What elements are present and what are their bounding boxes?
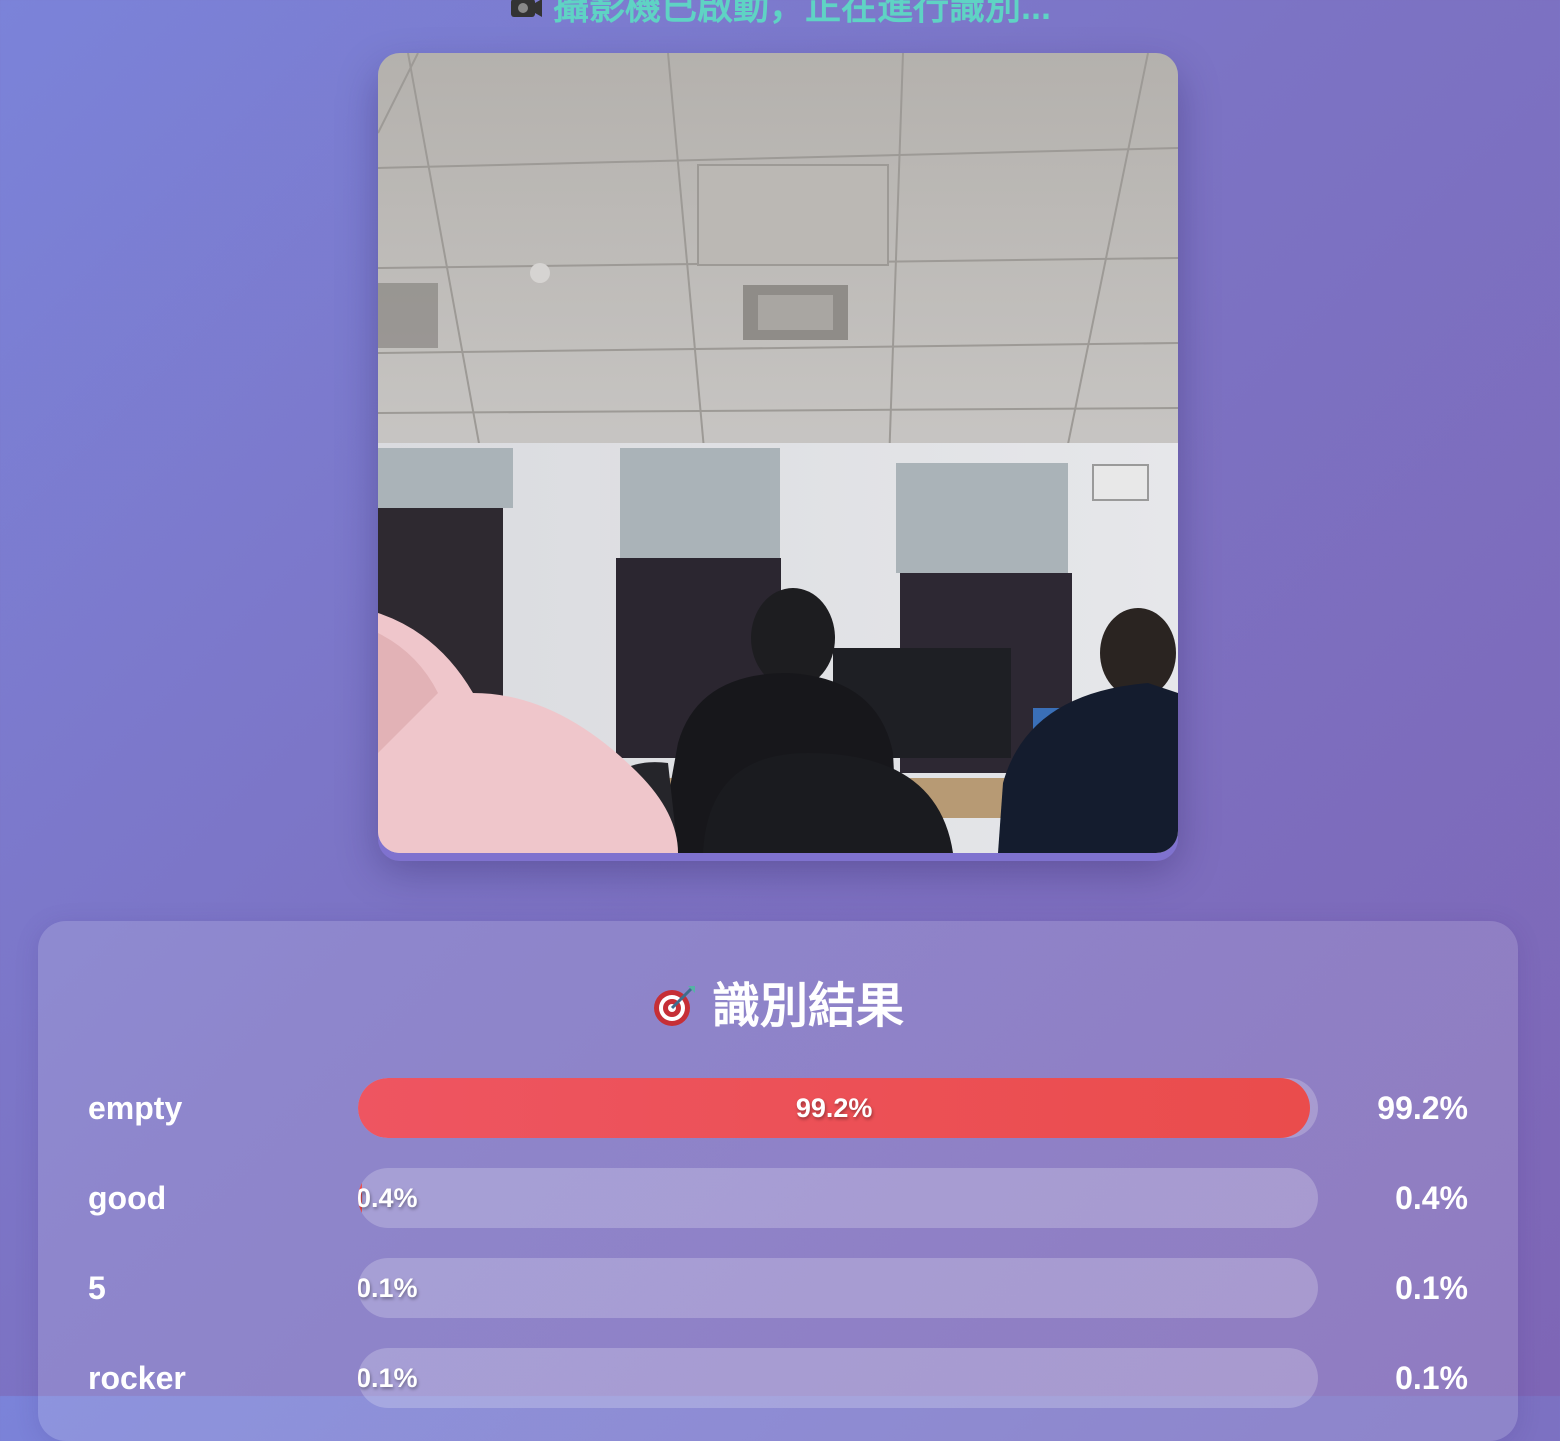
- results-title: 識別結果: [38, 977, 1518, 1037]
- confidence-bar: 0.1%: [358, 1348, 1318, 1408]
- result-row-rocker: rocker 0.1% 0.1%: [38, 1348, 1518, 1408]
- result-label: 5: [88, 1270, 106, 1306]
- bar-fill-text: 99.2%: [795, 1093, 873, 1123]
- confidence-bar-fill: 0.1%: [358, 1348, 418, 1408]
- bar-fill-text: 0.1%: [358, 1363, 418, 1393]
- confidence-bar-fill: 0.4%: [358, 1168, 418, 1228]
- confidence-bar: 0.4%: [358, 1168, 1318, 1228]
- result-label: good: [88, 1180, 167, 1216]
- result-percent: 99.2%: [1377, 1090, 1468, 1126]
- result-label: empty: [88, 1090, 183, 1126]
- result-label: rocker: [88, 1360, 186, 1396]
- confidence-bar-fill: 99.2%: [358, 1078, 1311, 1138]
- result-percent: 0.1%: [1395, 1270, 1468, 1306]
- result-row-5: 5 0.1% 0.1%: [38, 1258, 1518, 1318]
- status-message: 攝影機已啟動，正在進行識別...: [552, 0, 1051, 27]
- camera-feed: [378, 53, 1178, 853]
- result-row-good: good 0.4% 0.4%: [38, 1168, 1518, 1228]
- confidence-bar: 99.2%: [358, 1078, 1318, 1138]
- results-title-text: 識別結果: [711, 980, 904, 1033]
- confidence-bar: 0.1%: [358, 1258, 1318, 1318]
- result-percent: 0.1%: [1395, 1360, 1468, 1396]
- status-text: 攝影機已啟動，正在進行識別...: [0, 0, 1560, 30]
- bar-fill-text: 0.1%: [358, 1273, 418, 1303]
- result-row-empty: empty 99.2% 99.2%: [38, 1078, 1518, 1138]
- results-panel: 識別結果 empty 99.2% 99.2% good 0.4% 0.4% 5 …: [38, 921, 1518, 1441]
- target-icon: [652, 983, 696, 1027]
- bar-fill-text: 0.4%: [358, 1183, 418, 1213]
- camera-feed-image: [378, 53, 1178, 853]
- camera-icon: [509, 0, 543, 28]
- confidence-bar-fill: 0.1%: [358, 1258, 418, 1318]
- result-percent: 0.4%: [1395, 1180, 1468, 1216]
